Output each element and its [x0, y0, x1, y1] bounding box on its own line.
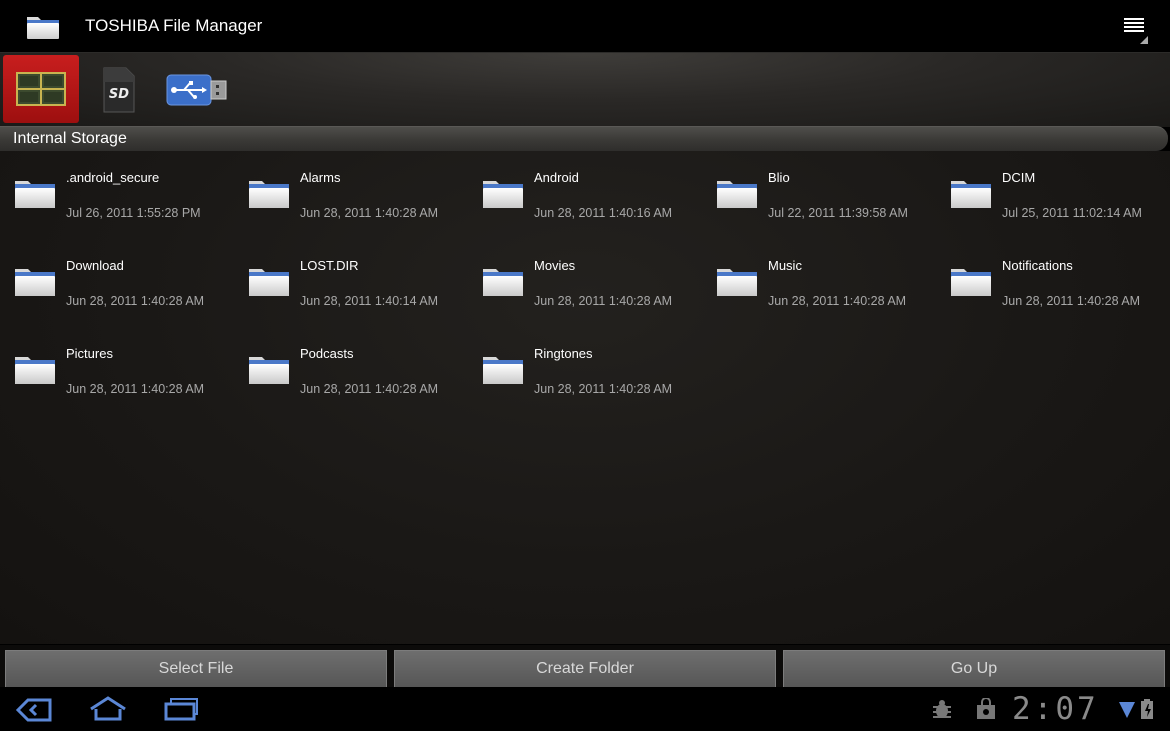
folder-item[interactable]: Download Jun 28, 2011 1:40:28 AM: [2, 239, 232, 319]
recent-apps-icon[interactable]: [162, 696, 202, 722]
usb-storage-button[interactable]: [164, 71, 230, 109]
storage-selector: SD: [0, 52, 1170, 127]
folder-icon: [951, 269, 991, 296]
folder-icon: [15, 357, 55, 384]
back-icon[interactable]: [14, 697, 54, 723]
folder-date: Jun 28, 2011 1:40:28 AM: [1002, 294, 1141, 308]
sd-card-button[interactable]: SD: [96, 65, 142, 115]
overflow-menu-icon[interactable]: [1118, 12, 1154, 44]
folder-icon: [249, 181, 289, 208]
folder-name: Android: [534, 170, 579, 185]
memory-chip-icon: [16, 72, 66, 106]
usb-drive-icon: [166, 74, 227, 106]
folder-item[interactable]: .android_secure Jul 26, 2011 1:55:28 PM: [2, 151, 232, 231]
folder-item[interactable]: Music Jun 28, 2011 1:40:28 AM: [704, 239, 934, 319]
create-folder-button[interactable]: Create Folder: [394, 650, 776, 688]
folder-name: Alarms: [300, 170, 341, 185]
file-grid: .android_secure Jul 26, 2011 1:55:28 PM Al…: [0, 151, 1170, 451]
folder-date: Jul 26, 2011 1:55:28 PM: [66, 206, 201, 220]
folder-name: DCIM: [1002, 170, 1036, 185]
folder-name: Music: [768, 258, 802, 273]
folder-icon: [15, 181, 55, 208]
action-bar: TOSHIBA File Manager: [0, 0, 1170, 52]
folder-date: Jun 28, 2011 1:40:14 AM: [300, 294, 439, 308]
folder-icon: [951, 181, 991, 208]
folder-item[interactable]: DCIM Jul 25, 2011 11:02:14 AM: [938, 151, 1168, 231]
home-icon[interactable]: [88, 695, 128, 723]
folder-item[interactable]: Android Jun 28, 2011 1:40:16 AM: [470, 151, 700, 231]
system-bar: 2:07: [0, 687, 1170, 731]
folder-app-icon: [27, 17, 59, 39]
file-browser: .android_secure Jul 26, 2011 1:55:28 PM Al…: [0, 151, 1170, 644]
section-title: Internal Storage: [13, 130, 127, 147]
folder-icon: [717, 269, 757, 296]
folder-date: Jul 22, 2011 11:39:58 AM: [768, 206, 908, 220]
usb-debugging-icon: [933, 700, 951, 718]
sd-card-icon: SD: [103, 67, 135, 113]
svg-text:SD: SD: [109, 87, 129, 102]
folder-icon: [483, 269, 523, 296]
folder-icon: [15, 269, 55, 296]
folder-item[interactable]: Blio Jul 22, 2011 11:39:58 AM: [704, 151, 934, 231]
folder-icon: [717, 181, 757, 208]
folder-icon: [483, 181, 523, 208]
folder-name: Movies: [534, 258, 576, 273]
folder-date: Jul 25, 2011 11:02:14 AM: [1002, 206, 1142, 220]
folder-name: Notifications: [1002, 258, 1073, 273]
folder-name: Pictures: [66, 346, 113, 361]
wifi-signal-icon: [1119, 702, 1135, 718]
screen: TOSHIBA File Manager SD Internal Storage…: [0, 0, 1170, 731]
folder-name: .android_secure: [66, 170, 160, 185]
folder-item[interactable]: Notifications Jun 28, 2011 1:40:28 AM: [938, 239, 1168, 319]
folder-name: LOST.DIR: [300, 258, 359, 273]
folder-name: Ringtones: [534, 346, 593, 361]
app-title: TOSHIBA File Manager: [85, 16, 263, 35]
clock[interactable]: 2:07: [1012, 690, 1099, 728]
folder-date: Jun 28, 2011 1:40:28 AM: [66, 382, 205, 396]
folder-name: Podcasts: [300, 346, 354, 361]
section-header: Internal Storage: [0, 126, 1168, 151]
shopping-bag-icon: [977, 698, 995, 719]
battery-charging-icon: [1141, 699, 1153, 719]
folder-date: Jun 28, 2011 1:40:28 AM: [768, 294, 907, 308]
folder-item[interactable]: Alarms Jun 28, 2011 1:40:28 AM: [236, 151, 466, 231]
folder-name: Blio: [768, 170, 790, 185]
go-up-button[interactable]: Go Up: [783, 650, 1165, 688]
folder-date: Jun 28, 2011 1:40:28 AM: [66, 294, 205, 308]
folder-date: Jun 28, 2011 1:40:16 AM: [534, 206, 673, 220]
button-bar: Select File Create Folder Go Up: [0, 645, 1170, 688]
folder-icon: [483, 357, 523, 384]
folder-date: Jun 28, 2011 1:40:28 AM: [300, 206, 439, 220]
folder-name: Download: [66, 258, 124, 273]
folder-item[interactable]: Podcasts Jun 28, 2011 1:40:28 AM: [236, 327, 466, 407]
folder-item[interactable]: LOST.DIR Jun 28, 2011 1:40:14 AM: [236, 239, 466, 319]
folder-date: Jun 28, 2011 1:40:28 AM: [534, 382, 673, 396]
folder-date: Jun 28, 2011 1:40:28 AM: [534, 294, 673, 308]
internal-storage-button[interactable]: [3, 55, 79, 123]
folder-item[interactable]: Ringtones Jun 28, 2011 1:40:28 AM: [470, 327, 700, 407]
folder-item[interactable]: Pictures Jun 28, 2011 1:40:28 AM: [2, 327, 232, 407]
folder-icon: [249, 357, 289, 384]
folder-icon: [249, 269, 289, 296]
folder-item[interactable]: Movies Jun 28, 2011 1:40:28 AM: [470, 239, 700, 319]
select-file-button[interactable]: Select File: [5, 650, 387, 688]
folder-date: Jun 28, 2011 1:40:28 AM: [300, 382, 439, 396]
